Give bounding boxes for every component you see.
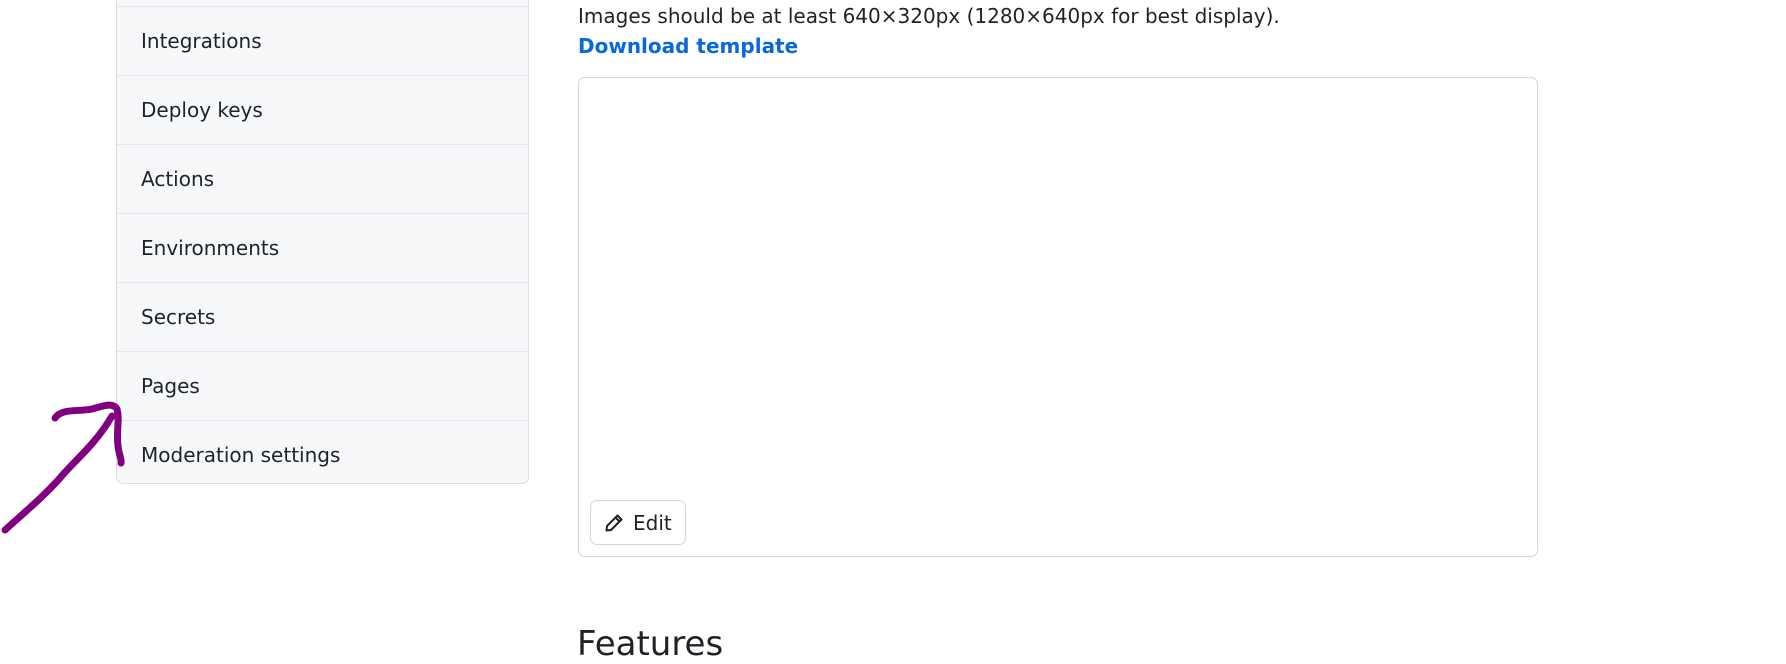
- edit-button[interactable]: Edit: [590, 500, 686, 545]
- settings-sidebar-menu: Integrations Deploy keys Actions Environ…: [116, 0, 529, 484]
- sidebar-item-label: Moderation settings: [141, 443, 341, 467]
- download-template-link[interactable]: Download template: [578, 34, 798, 58]
- sidebar-item-label: Deploy keys: [141, 98, 263, 122]
- social-preview-image-area: Edit: [578, 77, 1538, 557]
- sidebar-item-label: Integrations: [141, 29, 262, 53]
- social-preview-hint: Images should be at least 640×320px (128…: [578, 4, 1280, 28]
- edit-button-label: Edit: [633, 510, 672, 535]
- sidebar-item-actions[interactable]: Actions: [117, 144, 528, 213]
- sidebar-item-deploy-keys[interactable]: Deploy keys: [117, 75, 528, 144]
- sidebar-item-secrets[interactable]: Secrets: [117, 282, 528, 351]
- sidebar-item-label: Actions: [141, 167, 215, 191]
- features-heading: Features: [577, 624, 724, 664]
- sidebar-item-label: Environments: [141, 236, 280, 260]
- page: Integrations Deploy keys Actions Environ…: [0, 0, 1786, 664]
- pencil-icon: [603, 512, 625, 534]
- sidebar-item-moderation-settings[interactable]: Moderation settings: [117, 420, 528, 483]
- sidebar-item-environments[interactable]: Environments: [117, 213, 528, 282]
- sidebar-item-label: Secrets: [141, 305, 216, 329]
- sidebar-item-integrations[interactable]: Integrations: [117, 6, 528, 75]
- sidebar-item-label: Pages: [141, 374, 200, 398]
- sidebar-item-pages[interactable]: Pages: [117, 351, 528, 420]
